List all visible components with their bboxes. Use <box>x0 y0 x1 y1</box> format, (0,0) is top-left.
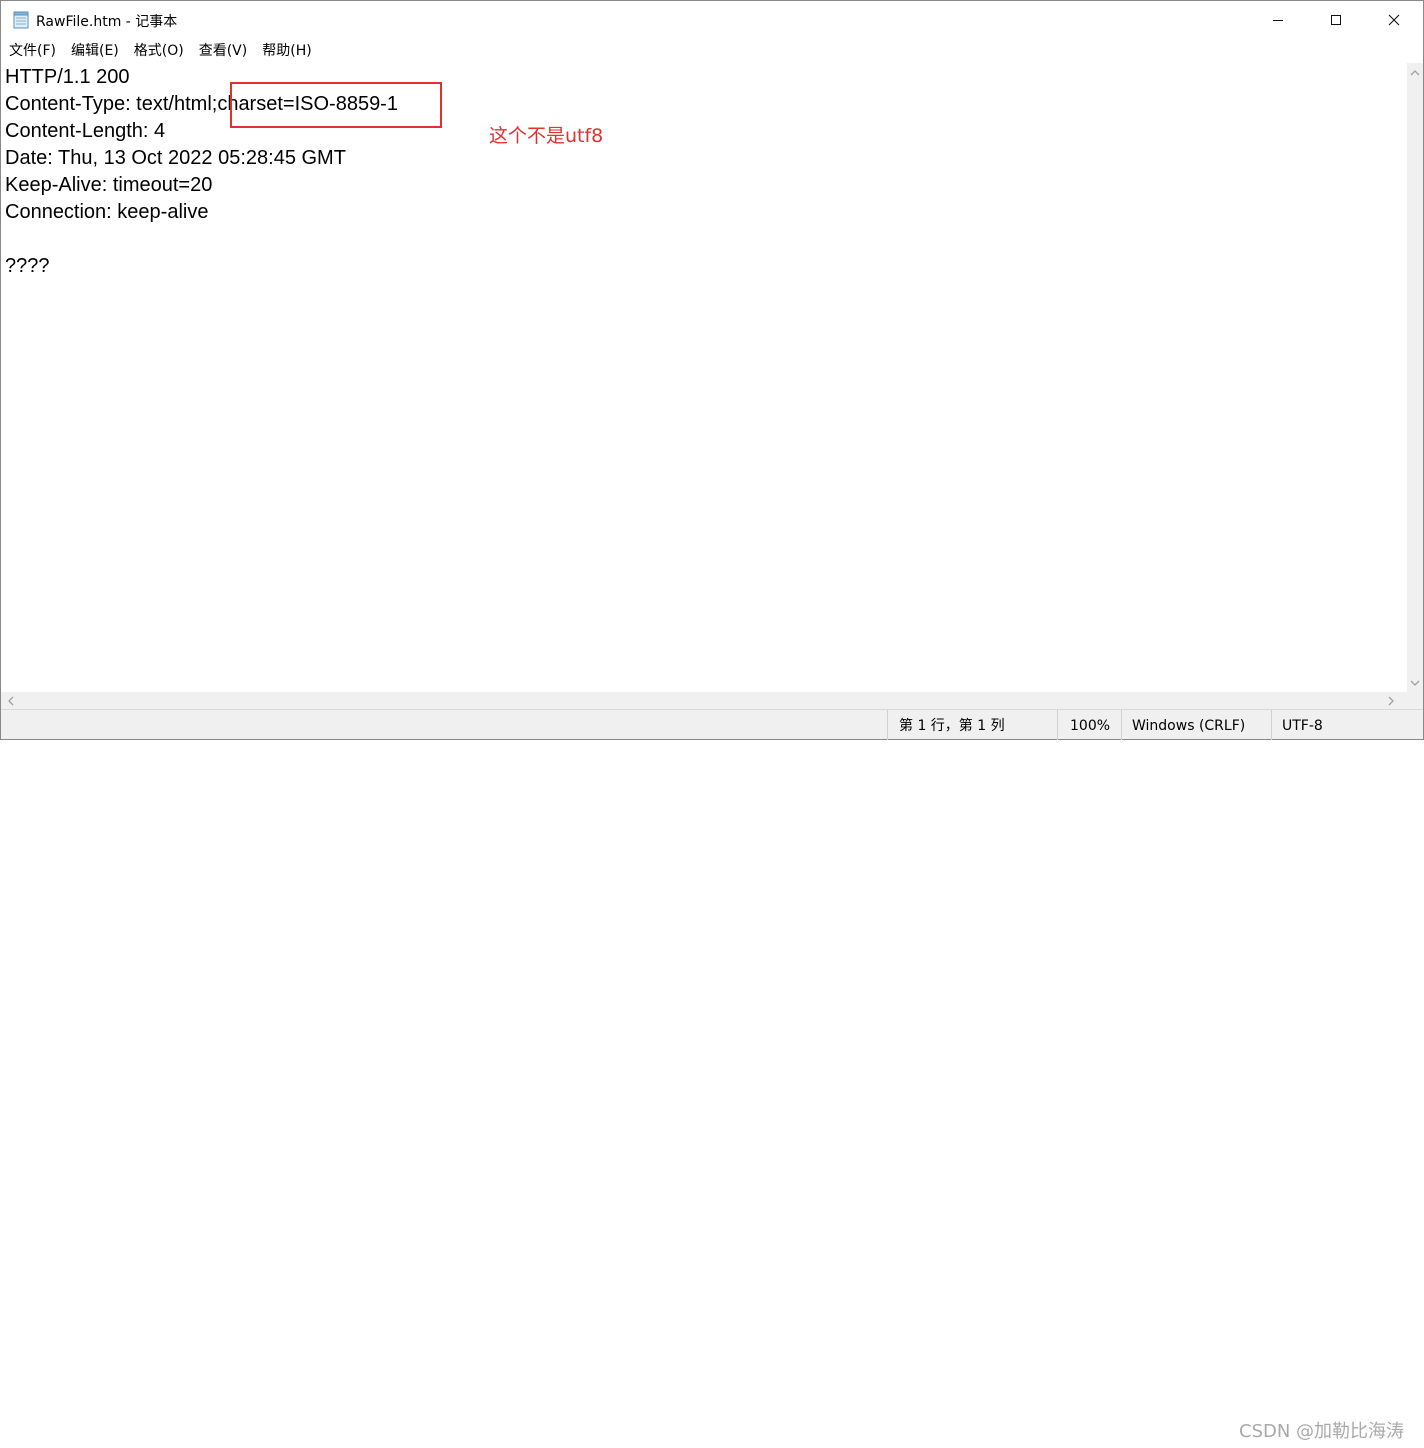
menu-view[interactable]: 查看(V) <box>191 40 255 62</box>
menu-file[interactable]: 文件(F) <box>1 40 63 62</box>
maximize-icon <box>1331 15 1341 25</box>
status-encoding: UTF-8 <box>1271 710 1423 740</box>
annotation-note: 这个不是utf8 <box>489 125 604 147</box>
menu-format[interactable]: 格式(O) <box>126 40 191 62</box>
notepad-icon <box>13 11 29 29</box>
text-editor-area[interactable]: HTTP/1.1 200 Content-Type: text/html;cha… <box>1 63 1407 692</box>
status-cursor-position: 第 1 行，第 1 列 <box>887 710 1057 740</box>
scroll-up-arrow-icon[interactable] <box>1410 69 1420 77</box>
watermark: CSDN @加勒比海涛 <box>1239 1421 1405 1442</box>
scroll-down-arrow-icon[interactable] <box>1410 679 1420 687</box>
close-icon <box>1388 14 1400 26</box>
menu-help[interactable]: 帮助(H) <box>254 40 318 62</box>
status-line-ending: Windows (CRLF) <box>1121 710 1271 740</box>
menu-edit[interactable]: 编辑(E) <box>63 40 126 62</box>
scrollbar-corner <box>1407 692 1423 709</box>
status-bar: 第 1 行，第 1 列 100% Windows (CRLF) UTF-8 CS… <box>1 709 1423 1442</box>
scroll-right-arrow-icon[interactable] <box>1387 696 1395 706</box>
highlight-box <box>230 82 442 128</box>
minimize-icon <box>1273 20 1283 21</box>
menu-bar: 文件(F) 编辑(E) 格式(O) 查看(V) 帮助(H) <box>1 39 1423 63</box>
window-title: RawFile.htm - 记事本 <box>36 14 178 30</box>
status-zoom: 100% <box>1057 710 1121 740</box>
title-bar[interactable]: RawFile.htm - 记事本 <box>1 1 1423 39</box>
scroll-left-arrow-icon[interactable] <box>7 696 15 706</box>
minimize-button[interactable] <box>1249 1 1307 39</box>
maximize-button[interactable] <box>1307 1 1365 39</box>
vertical-scrollbar[interactable] <box>1407 63 1423 692</box>
close-button[interactable] <box>1365 1 1423 39</box>
notepad-window: RawFile.htm - 记事本 文件(F) 编辑(E) 格式(O) 查看(V… <box>0 0 1424 1442</box>
horizontal-scrollbar[interactable] <box>1 692 1407 709</box>
